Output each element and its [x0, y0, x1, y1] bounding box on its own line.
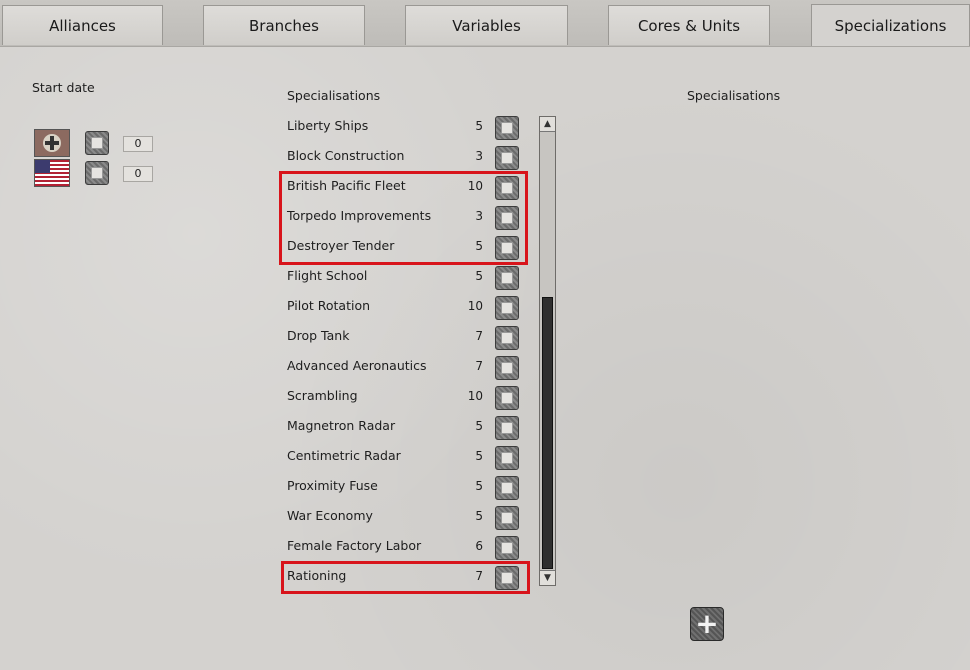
specialisation-name: Centimetric Radar [287, 448, 401, 463]
plus-icon: + [695, 607, 719, 640]
start-date-label: Start date [32, 80, 95, 95]
specialisation-name: Drop Tank [287, 328, 350, 343]
specialisation-checkbox[interactable] [495, 116, 519, 140]
specialisation-name: Liberty Ships [287, 118, 369, 133]
specialisation-row[interactable]: War Economy 5 [0, 503, 520, 533]
specialisation-cost: 7 [475, 359, 483, 373]
tab-label: Branches [249, 16, 319, 35]
specialisation-row[interactable]: Advanced Aeronautics 7 [0, 353, 520, 383]
specialisation-name: Advanced Aeronautics [287, 358, 427, 373]
tab-branches[interactable]: Branches [203, 5, 365, 45]
specialisation-cost: 5 [475, 419, 483, 433]
specialisation-row[interactable]: Pilot Rotation 10 [0, 293, 520, 323]
specialisation-cost: 10 [467, 389, 483, 403]
tab-label: Variables [452, 16, 521, 35]
specialisation-row[interactable]: Flight School 5 [0, 263, 520, 293]
specialisation-cost: 6 [475, 539, 483, 553]
highlight-box-naval [279, 171, 528, 265]
specialisation-checkbox[interactable] [495, 536, 519, 560]
specialisation-checkbox[interactable] [495, 266, 519, 290]
specialisation-cost: 10 [467, 299, 483, 313]
specialisation-checkbox[interactable] [495, 356, 519, 380]
specialisation-row[interactable]: Block Construction 3 [0, 143, 520, 173]
specialisation-name: Magnetron Radar [287, 418, 396, 433]
specialisation-cost: 5 [475, 119, 483, 133]
tab-bar: Alliances Branches Variables Cores & Uni… [0, 0, 970, 46]
specialisation-row[interactable]: Centimetric Radar 5 [0, 443, 520, 473]
tab-variables[interactable]: Variables [405, 5, 568, 45]
specialisation-name: Pilot Rotation [287, 298, 371, 313]
tab-label: Alliances [49, 16, 116, 35]
specialisation-cost: 5 [475, 509, 483, 523]
specialisation-checkbox[interactable] [495, 446, 519, 470]
specialisation-checkbox[interactable] [495, 506, 519, 530]
specialisation-row[interactable]: Proximity Fuse 5 [0, 473, 520, 503]
highlight-box-rationing [281, 561, 530, 594]
specialisation-checkbox[interactable] [495, 476, 519, 500]
specialisation-name: Scrambling [287, 388, 358, 403]
tab-cores-units[interactable]: Cores & Units [608, 5, 770, 45]
specialisation-row[interactable]: Liberty Ships 5 [0, 113, 520, 143]
specialisation-checkbox[interactable] [495, 326, 519, 350]
specialisation-cost: 7 [475, 329, 483, 343]
selected-specialisations-header: Specialisations [687, 88, 781, 103]
specialisation-cost: 5 [475, 449, 483, 463]
specialisation-cost: 3 [475, 149, 483, 163]
tab-label: Cores & Units [637, 16, 741, 35]
specialisation-scrollbar[interactable]: ▲ ▼ [539, 116, 556, 586]
specialisation-name: Block Construction [287, 148, 405, 163]
tab-alliances[interactable]: Alliances [2, 5, 163, 45]
add-specialisation-button[interactable]: + [690, 607, 724, 641]
specialisation-cost: 5 [475, 479, 483, 493]
specialisation-checkbox[interactable] [495, 146, 519, 170]
tab-specializations[interactable]: Specializations [811, 4, 970, 46]
specialisation-row[interactable]: Female Factory Labor 6 [0, 533, 520, 563]
scroll-down-icon[interactable]: ▼ [540, 570, 555, 585]
specialisation-name: Female Factory Labor [287, 538, 422, 553]
tab-label: Specializations [834, 16, 947, 35]
specialisation-name: War Economy [287, 508, 373, 523]
specialisation-row[interactable]: Magnetron Radar 5 [0, 413, 520, 443]
specialisation-checkbox[interactable] [495, 386, 519, 410]
scroll-thumb[interactable] [542, 297, 553, 569]
specialisation-row[interactable]: Scrambling 10 [0, 383, 520, 413]
specialisations-header: Specialisations [287, 88, 381, 103]
specialisation-cost: 5 [475, 269, 483, 283]
specialisation-checkbox[interactable] [495, 296, 519, 320]
scroll-up-icon[interactable]: ▲ [540, 117, 555, 132]
specialisation-checkbox[interactable] [495, 416, 519, 440]
specialisation-row[interactable]: Drop Tank 7 [0, 323, 520, 353]
specialisation-name: Proximity Fuse [287, 478, 378, 493]
specialisation-name: Flight School [287, 268, 368, 283]
